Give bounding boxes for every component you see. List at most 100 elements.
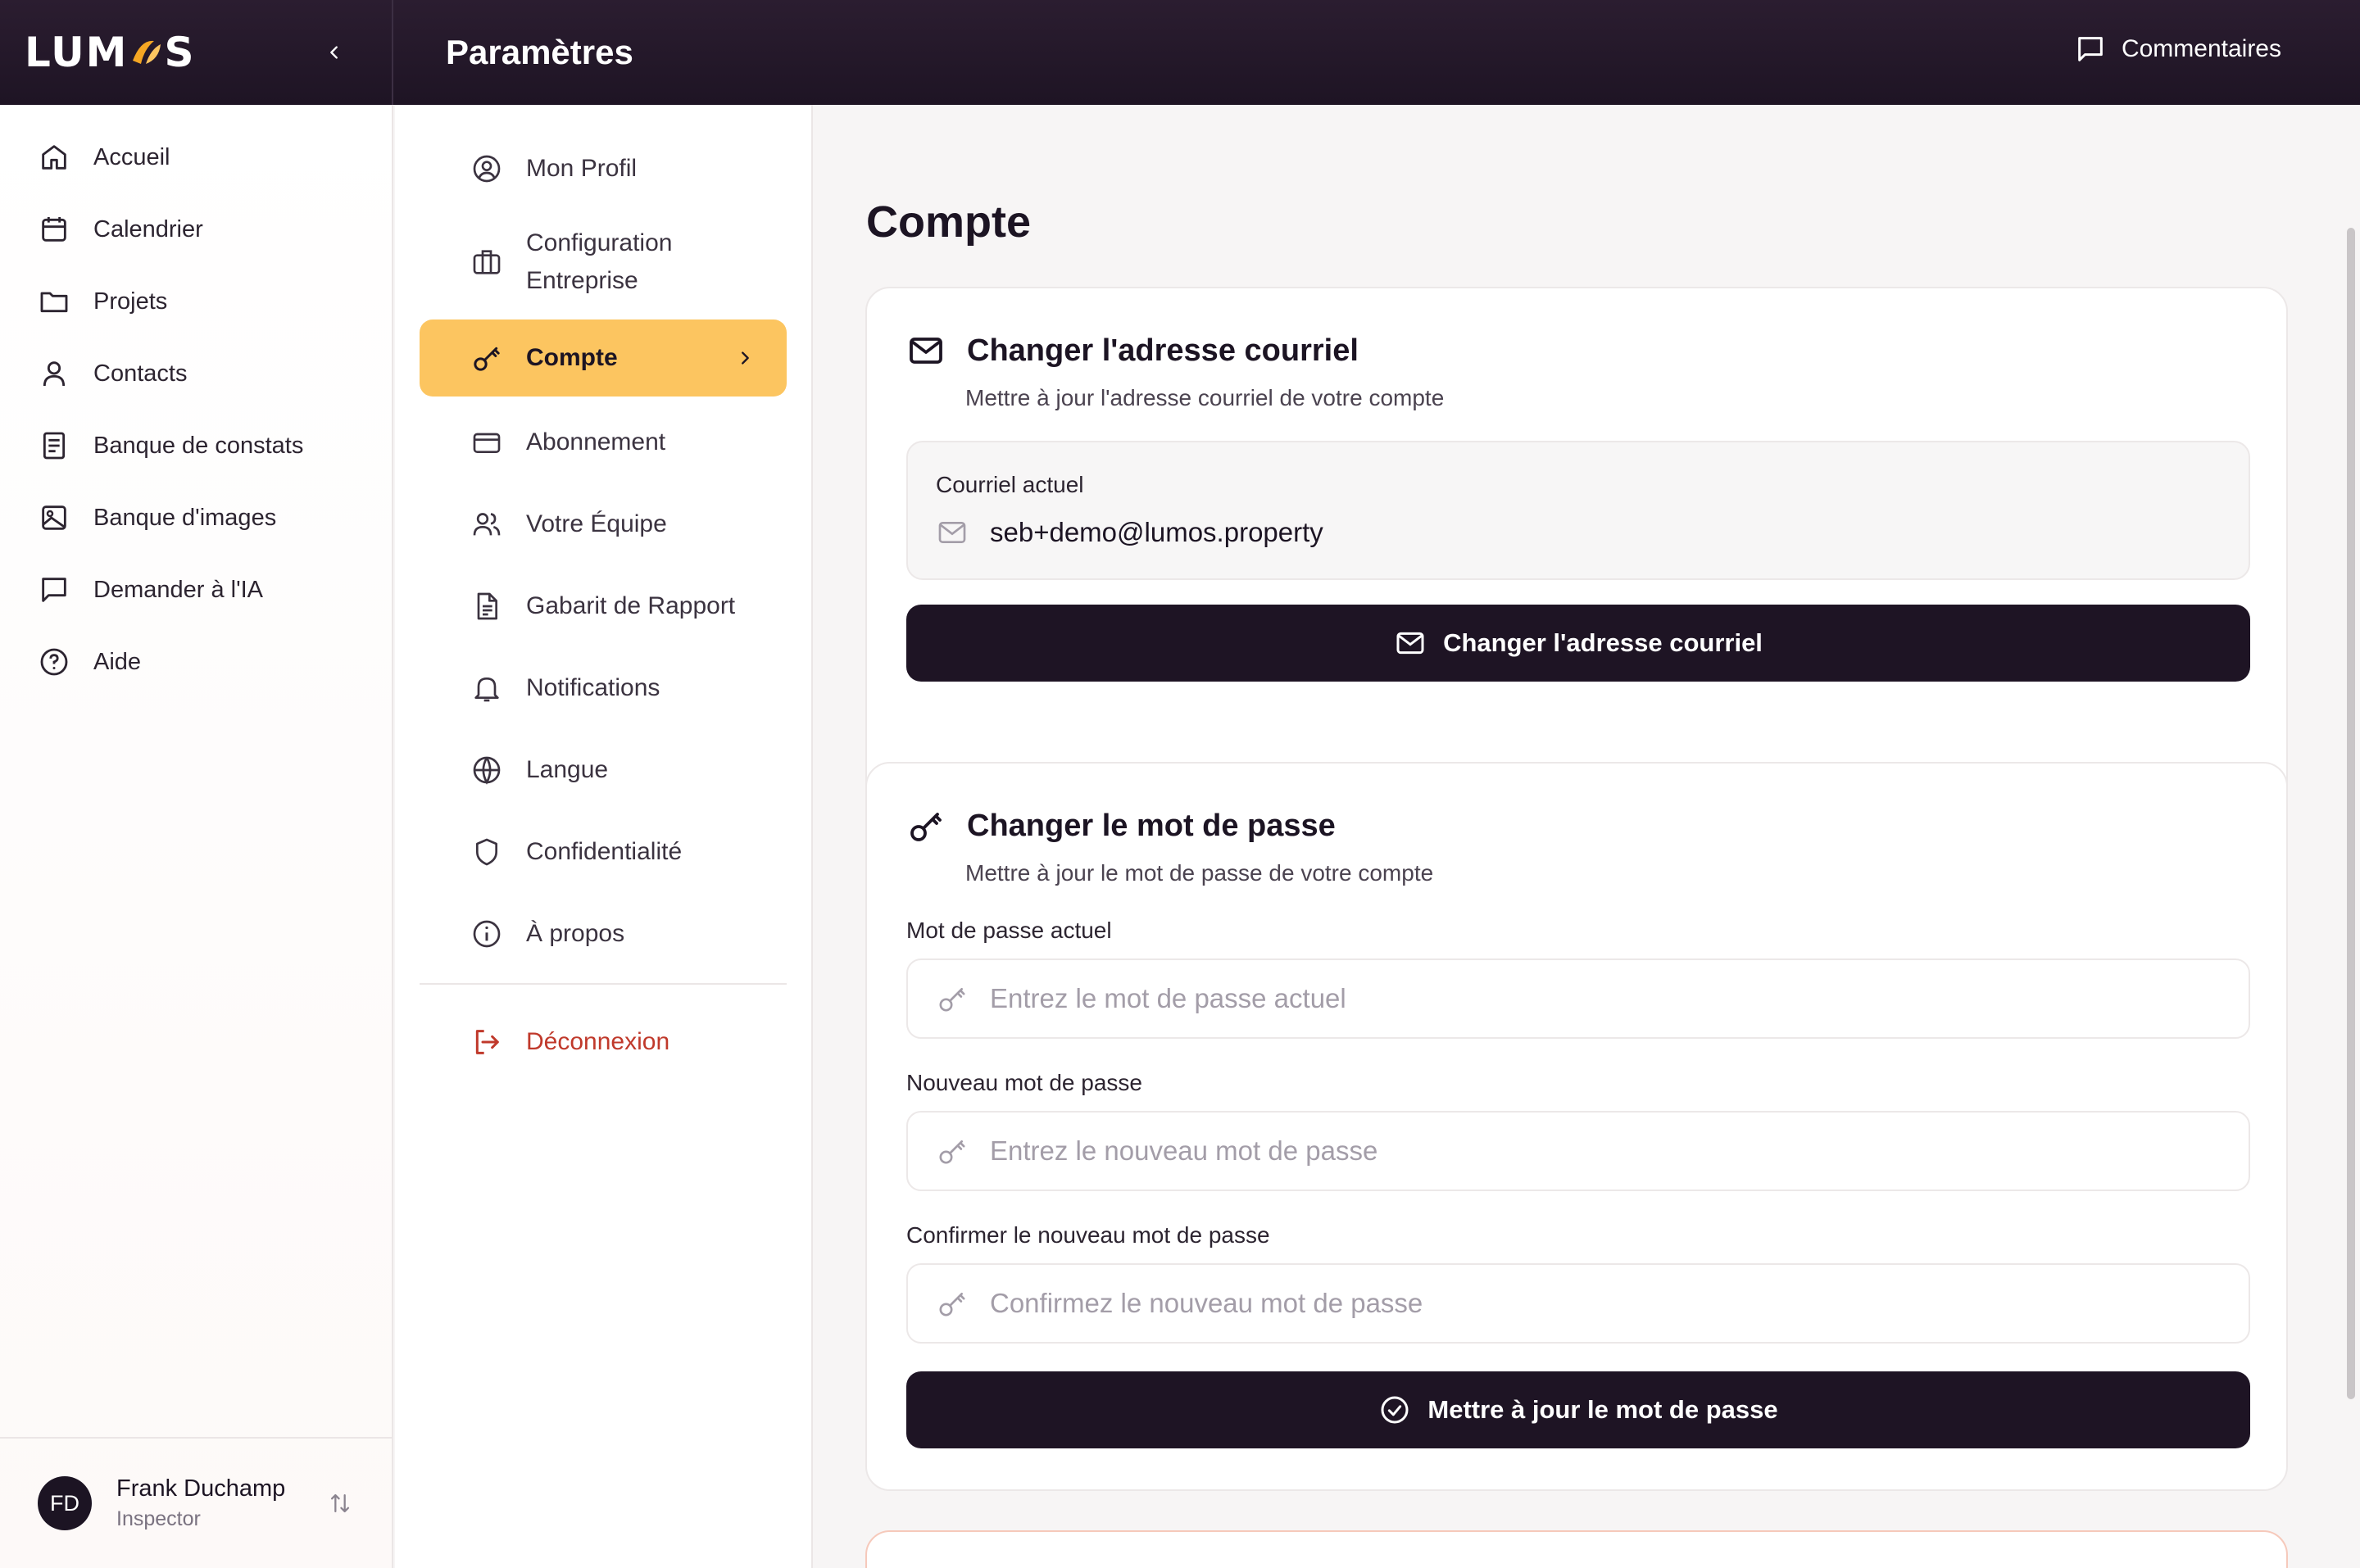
scrollbar[interactable] xyxy=(2347,228,2355,1399)
settings-item-gabarit-rapport[interactable]: Gabarit de Rapport xyxy=(420,565,787,647)
main-content: Compte Changer l'adresse courriel Mettre… xyxy=(813,105,2360,1568)
confirm-password-label: Confirmer le nouveau mot de passe xyxy=(906,1222,1270,1248)
image-icon xyxy=(42,505,66,530)
key-icon xyxy=(939,988,965,1012)
sidebar-item-label: Banque de constats xyxy=(93,432,304,459)
email-card-subtitle: Mettre à jour l'adresse courriel de votr… xyxy=(965,385,1445,410)
email-card-title: Changer l'adresse courriel xyxy=(967,333,1359,368)
new-password-input[interactable] xyxy=(990,1135,2219,1167)
settings-item-abonnement[interactable]: Abonnement xyxy=(420,401,787,483)
briefcase-icon xyxy=(470,246,503,279)
logo-text-right: S xyxy=(164,29,196,76)
document-icon xyxy=(43,432,66,460)
email-card-header: Changer l'adresse courriel xyxy=(906,331,1359,370)
info-icon xyxy=(470,918,503,950)
new-password-field[interactable] xyxy=(906,1111,2250,1191)
change-email-button[interactable]: Changer l'adresse courriel xyxy=(906,605,2250,682)
user-name: Frank Duchamp xyxy=(116,1475,286,1502)
settings-item-label: Votre Équipe xyxy=(526,510,667,537)
email-card: Changer l'adresse courriel Mettre à jour… xyxy=(865,287,2288,829)
switch-account-icon[interactable] xyxy=(326,1489,354,1517)
sidebar-item-demander-ia[interactable]: Demander à l'IA xyxy=(0,554,392,626)
update-password-label: Mettre à jour le mot de passe xyxy=(1427,1395,1778,1424)
logout-icon xyxy=(470,1026,503,1058)
password-card-subtitle: Mettre à jour le mot de passe de votre c… xyxy=(965,860,1434,886)
current-password-input[interactable] xyxy=(990,983,2219,1014)
key-icon xyxy=(939,1293,965,1316)
password-card-title: Changer le mot de passe xyxy=(967,808,1336,843)
chevron-left-icon xyxy=(330,46,338,59)
current-password-label: Mot de passe actuel xyxy=(906,918,1112,943)
settings-item-votre-equipe[interactable]: Votre Équipe xyxy=(420,483,787,565)
chat-icon xyxy=(42,578,66,602)
shield-icon xyxy=(470,836,503,868)
change-email-label: Changer l'adresse courriel xyxy=(1443,628,1763,657)
logout-button[interactable]: Déconnexion xyxy=(420,1001,787,1083)
settings-item-langue[interactable]: Langue xyxy=(420,729,787,811)
sidebar-item-contacts[interactable]: Contacts xyxy=(0,338,392,410)
lumos-logo[interactable]: LUM S xyxy=(25,29,195,76)
settings-item-compte[interactable]: Compte xyxy=(420,319,787,397)
key-icon xyxy=(939,1140,965,1164)
sidebar-item-label: Accueil xyxy=(93,143,170,170)
sidebar-item-projets[interactable]: Projets xyxy=(0,265,392,338)
settings-item-configuration-entreprise[interactable]: Configuration Entreprise xyxy=(420,210,787,315)
sidebar-item-calendrier[interactable]: Calendrier xyxy=(0,193,392,265)
mail-icon xyxy=(910,338,942,364)
settings-item-label: Notifications xyxy=(526,674,660,701)
file-text-icon xyxy=(470,590,503,623)
settings-item-mon-profil[interactable]: Mon Profil xyxy=(420,128,787,210)
settings-nav-footer: Déconnexion xyxy=(395,1001,811,1083)
bell-icon xyxy=(470,672,503,705)
sidebar-item-aide[interactable]: Aide xyxy=(0,626,392,698)
user-menu[interactable]: FD Frank Duchamp Inspector xyxy=(0,1437,392,1568)
settings-item-a-propos[interactable]: À propos xyxy=(420,893,787,975)
confirm-password-input[interactable] xyxy=(990,1288,2219,1319)
user-icon xyxy=(43,361,66,387)
logo-mark-icon xyxy=(129,36,162,69)
settings-item-confidentialite[interactable]: Confidentialité xyxy=(420,811,787,893)
current-email-label: Courriel actuel xyxy=(936,472,1084,497)
settings-item-label: Mon Profil xyxy=(526,155,638,182)
sidebar-item-banque-constats[interactable]: Banque de constats xyxy=(0,410,392,482)
top-bar: LUM S Paramètres Commentaires xyxy=(0,0,2360,105)
credit-card-icon xyxy=(470,426,503,459)
update-password-button[interactable]: Mettre à jour le mot de passe xyxy=(906,1371,2250,1448)
sidebar-item-label: Contacts xyxy=(93,360,188,387)
sidebar-item-label: Demander à l'IA xyxy=(93,576,264,603)
settings-item-label: Confidentialité xyxy=(526,838,683,865)
divider xyxy=(420,983,787,985)
next-card xyxy=(865,1530,2288,1568)
settings-item-label: Configuration Entreprise xyxy=(526,224,672,300)
confirm-password-field[interactable] xyxy=(906,1263,2250,1344)
settings-item-label: Langue xyxy=(526,756,609,783)
sidebar-item-accueil[interactable]: Accueil xyxy=(0,121,392,193)
page-title: Paramètres xyxy=(446,33,633,71)
avatar: FD xyxy=(38,1476,92,1530)
comments-button[interactable]: Commentaires xyxy=(2074,33,2281,66)
settings-item-notifications[interactable]: Notifications xyxy=(420,647,787,729)
key-icon xyxy=(470,342,503,374)
sidebar-item-label: Projets xyxy=(93,288,168,315)
sidebar-item-label: Banque d'images xyxy=(93,504,277,531)
settings-item-label: À propos xyxy=(526,920,625,947)
collapse-sidebar-button[interactable] xyxy=(318,36,351,69)
user-info: Frank Duchamp Inspector xyxy=(116,1475,285,1531)
sidebar: Accueil Calendrier Projets Contacts Banq… xyxy=(0,105,393,1568)
current-email-value: seb+demo@lumos.property xyxy=(990,517,1323,547)
current-password-field[interactable] xyxy=(906,958,2250,1039)
settings-item-label-line2: Entreprise xyxy=(526,267,638,294)
section-title: Compte xyxy=(866,197,1031,247)
sidebar-item-banque-images[interactable]: Banque d'images xyxy=(0,482,392,554)
sidebar-nav: Accueil Calendrier Projets Contacts Banq… xyxy=(0,105,392,698)
key-icon xyxy=(910,813,942,841)
message-square-icon xyxy=(2078,37,2103,61)
settings-nav: Mon Profil Configuration Entreprise Comp… xyxy=(395,105,813,1568)
brand-area: LUM S xyxy=(0,0,393,105)
chevron-right-icon xyxy=(736,349,754,367)
new-password-label: Nouveau mot de passe xyxy=(906,1070,1142,1095)
settings-nav-list: Mon Profil Configuration Entreprise Comp… xyxy=(395,105,811,975)
password-card: Changer le mot de passe Mettre à jour le… xyxy=(865,762,2288,1491)
home-icon xyxy=(42,145,66,170)
settings-item-label: Compte xyxy=(526,344,618,371)
